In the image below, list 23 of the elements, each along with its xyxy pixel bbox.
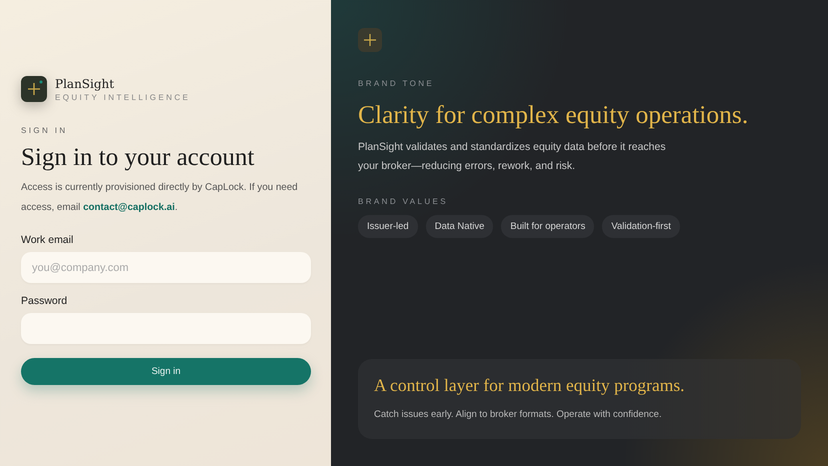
field-label: Work email <box>21 234 74 246</box>
brand-tagline: EQUITY INTELLIGENCE <box>55 92 190 102</box>
logo-icon <box>358 28 382 52</box>
value-tag: Built for operators <box>501 215 594 238</box>
headline: Clarity for complex equity operations. <box>358 100 748 130</box>
input-field[interactable] <box>21 313 311 344</box>
description: PlanSight validates and standardizes equity data before it reaches your broker—reducing errors, rework, and risk. <box>358 140 667 174</box>
field-label: Password <box>21 295 68 307</box>
card-title: A control layer for modern equity programs. <box>374 375 686 396</box>
page-title: Sign in to your account <box>21 144 256 172</box>
card-text: Catch issues early. Align to broker formats. Operate with confidence. <box>374 409 663 420</box>
value-tag: Issuer-led <box>358 215 418 238</box>
value-tag: Data Native <box>426 215 494 238</box>
section-label: SIGN IN <box>21 126 69 135</box>
email-link[interactable]: contact@caplock.ai <box>83 202 175 213</box>
logo-icon <box>21 76 47 102</box>
value-tag: Validation-first <box>602 215 680 238</box>
section-label: BRAND TONE <box>358 79 434 88</box>
brand-name: PlanSight <box>55 76 116 90</box>
input-field[interactable]: you@company.com <box>21 252 311 283</box>
section-label: BRAND VALUES <box>358 197 448 206</box>
intro-text: Access is currently provisioned directly by CapLock. If you need access, email contact@caplock.ai. <box>21 181 299 215</box>
sign-in-button[interactable]: Sign in <box>21 358 311 385</box>
